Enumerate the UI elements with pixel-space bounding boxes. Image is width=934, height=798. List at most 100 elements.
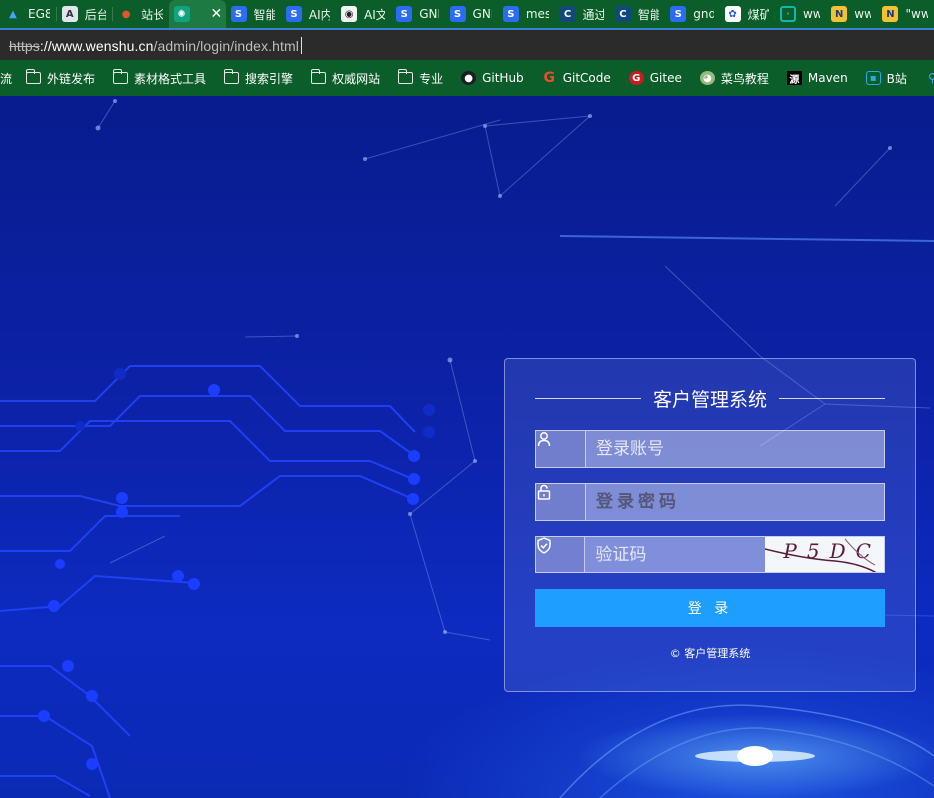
login-button[interactable]: 登 录 — [535, 589, 885, 627]
tab-label: 智能 — [253, 7, 275, 22]
tab-label: ww — [854, 7, 872, 21]
bookmark-item[interactable]: ◕ 菜鸟教程 — [699, 70, 769, 87]
copyright-text: © 客户管理系统 — [669, 647, 751, 660]
bookmark-folder[interactable]: 素材格式工具 — [112, 69, 207, 87]
url-field[interactable]: https://www.wenshu.cn/admin/login/index.… — [9, 36, 303, 54]
bookmark-folder[interactable]: 外链发布 — [25, 69, 95, 87]
browser-tab[interactable]: N "ww — [877, 0, 933, 28]
bookmark-label: 素材格式工具 — [134, 71, 207, 86]
sail-icon: ▲ — [9, 8, 17, 20]
browser-tab[interactable]: Sgnd — [665, 0, 719, 28]
tab-label: mes — [525, 7, 549, 21]
browser-tab[interactable]: C 通过 — [555, 0, 610, 28]
bookmark-item[interactable]: G GitCode — [542, 70, 611, 86]
browser-tab[interactable]: ◉ AI文 — [336, 0, 391, 28]
browser-tab[interactable]: A 后台 — [57, 0, 112, 28]
tab-label: AI内 — [308, 7, 331, 22]
title-divider-left — [535, 398, 641, 399]
bookmark-item[interactable]: ▪ B站 — [865, 70, 907, 87]
github-icon: ● — [461, 71, 477, 85]
bookmark-label: Maven — [807, 71, 848, 85]
browser-tab[interactable]: C 智能 — [610, 0, 665, 28]
url-host: ://www.wenshu.cn — [39, 37, 154, 54]
gitee-icon: G — [628, 71, 644, 85]
folder-icon — [25, 69, 42, 85]
login-title-row: 客户管理系统 — [535, 385, 886, 412]
bookmark-label: 专业 — [419, 71, 444, 86]
tab-label: 智能 — [637, 7, 660, 22]
browser-tab[interactable]: S AI内 — [281, 0, 336, 28]
s-logo-icon: S — [396, 6, 413, 22]
tab-label: GNI — [472, 7, 492, 21]
ad-icon: A — [61, 6, 78, 22]
tab-label: AI文 — [364, 7, 386, 22]
browser-tab-active[interactable]: ✺ ✕ — [168, 0, 226, 28]
browser-tab-strip: ▲EG8 A后台 ●站长 ✺✕ S智能 SAI内 ◉AI文 SGNI SGNI … — [0, 0, 934, 28]
bookmark-label: B站 — [886, 71, 907, 86]
browser-tab[interactable]: S GNI — [445, 0, 498, 28]
pin-icon: ● — [121, 8, 131, 20]
captcha-input[interactable] — [585, 537, 766, 572]
runoob-icon: ◕ — [699, 71, 715, 85]
bookmark-item[interactable]: G Gitee — [628, 71, 682, 85]
bookmark-folder[interactable]: 权威网站 — [310, 69, 380, 87]
bookmark-label: 搜索引擎 — [245, 71, 294, 86]
gitcode-icon: G — [543, 70, 555, 86]
url-path: /admin/login/index.html — [153, 37, 300, 54]
close-tab-icon[interactable]: ✕ — [211, 6, 223, 22]
bookmark-label: Gitee — [649, 71, 682, 85]
folder-icon — [112, 69, 129, 85]
title-divider-right — [779, 398, 886, 399]
bookmarks-bar: 流 外链发布 素材格式工具 搜索引擎 权威网站 专业 ● GitHub G GitC… — [0, 60, 934, 96]
robot-icon: ◉ — [341, 6, 358, 22]
n-logo-icon: N — [831, 6, 848, 22]
captcha-image[interactable]: P5DC — [765, 537, 884, 572]
bookmark-item[interactable]: ● GitHub — [461, 71, 524, 85]
search-icon: ⚲ — [928, 71, 934, 85]
browser-tab[interactable]: · ww — [775, 0, 826, 28]
paw-icon: ✿ — [724, 6, 741, 22]
browser-tab[interactable]: ✿ 煤矿 — [720, 0, 775, 28]
login-title: 客户管理系统 — [653, 389, 768, 411]
gpt-icon: ✺ — [173, 6, 190, 22]
browser-tab[interactable]: Nww — [826, 0, 877, 28]
tab-label: gnd — [693, 7, 714, 21]
tab-label: 后台 — [84, 7, 107, 22]
c-logo-icon: C — [614, 6, 631, 22]
browser-tab[interactable]: S GNI — [391, 0, 444, 28]
tab-label: ww — [802, 7, 821, 21]
url-scheme: https — [9, 37, 40, 54]
n-logo-icon: N — [882, 6, 899, 22]
captcha-field: P5DC — [535, 536, 885, 573]
bookmark-item[interactable]: 源 Maven — [786, 71, 848, 86]
s-logo-icon: S — [502, 6, 519, 22]
shield-check-icon — [536, 537, 586, 572]
account-input[interactable] — [586, 431, 884, 467]
bookmark-item[interactable]: ⚲翻 — [925, 70, 934, 87]
browser-tab[interactable]: ▲ EG8 — [0, 0, 56, 28]
browser-tab[interactable]: S 智能 — [226, 0, 281, 28]
address-bar[interactable]: https://www.wenshu.cn/admin/login/index.… — [0, 28, 934, 60]
folder-icon — [223, 69, 240, 85]
captcha-noise — [765, 538, 877, 572]
text-caret — [301, 36, 303, 54]
bookmark-label: GitCode — [562, 71, 611, 85]
browser-tab[interactable]: ● 站长 — [113, 0, 168, 28]
login-page-background: 客户管理系统 P5DC — [0, 96, 934, 798]
bookmark-folder[interactable]: 专业 — [397, 69, 444, 87]
bookmark-label: GitHub — [482, 71, 524, 85]
bookmark-label: 菜鸟教程 — [720, 71, 769, 86]
lock-icon — [536, 484, 586, 520]
bilibili-icon: ▪ — [865, 71, 881, 85]
maven-icon: 源 — [786, 71, 802, 86]
s-logo-icon: S — [449, 6, 466, 22]
c-logo-icon: C — [559, 6, 576, 22]
login-card: 客户管理系统 P5DC — [504, 358, 916, 692]
s-logo-icon: S — [670, 6, 687, 22]
password-input[interactable] — [586, 484, 884, 520]
bookmark-folder[interactable]: 搜索引擎 — [223, 69, 294, 87]
bookmark-item[interactable]: 流 — [0, 70, 12, 87]
frame-icon: · — [779, 6, 796, 22]
folder-icon — [397, 69, 414, 85]
browser-tab[interactable]: Smes — [498, 0, 555, 28]
